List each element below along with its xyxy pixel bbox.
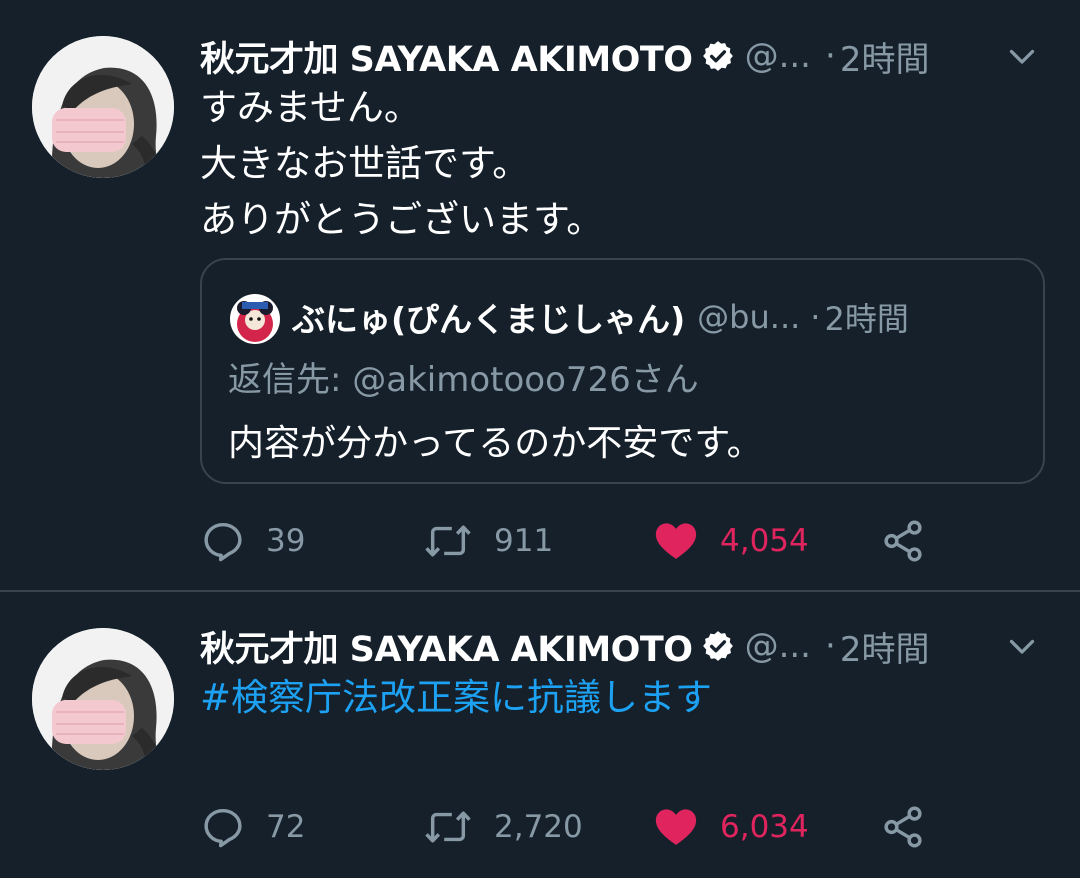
tweet-text-line: すみません。 (200, 86, 421, 129)
share-button[interactable] (880, 802, 926, 852)
like-count: 6,034 (720, 809, 809, 845)
avatar[interactable] (32, 628, 174, 770)
quoted-author-handle[interactable]: @bu... (697, 298, 800, 336)
author-handle[interactable]: @... (745, 36, 811, 76)
like-count: 4,054 (720, 523, 809, 559)
retweet-count: 2,720 (494, 809, 583, 845)
reply-button[interactable]: 72 (200, 802, 305, 852)
chevron-down-icon[interactable] (1004, 628, 1040, 664)
author-name[interactable]: 秋元才加 SAYAKA AKIMOTO (200, 621, 693, 672)
tweet[interactable]: 秋元才加 SAYAKA AKIMOTO @... · 2時間 すみません。 大き… (0, 0, 1080, 592)
verified-icon (702, 631, 733, 661)
retweet-count: 911 (494, 523, 554, 559)
chevron-down-icon[interactable] (1004, 38, 1040, 74)
tweet-text-line: ありがとうございます。 (200, 198, 604, 241)
retweet-icon (425, 525, 471, 557)
avatar[interactable] (32, 36, 174, 178)
like-button[interactable]: 6,034 (652, 802, 809, 852)
tweet-header: 秋元才加 SAYAKA AKIMOTO @... · 2時間 (200, 32, 1040, 81)
share-icon (884, 806, 922, 848)
author-name[interactable]: 秋元才加 SAYAKA AKIMOTO (200, 31, 693, 82)
tweet-header: 秋元才加 SAYAKA AKIMOTO @... · 2時間 (200, 622, 1040, 671)
quoted-avatar[interactable] (230, 294, 280, 344)
retweet-button[interactable]: 911 (422, 516, 553, 566)
heart-icon (655, 809, 697, 845)
quoted-timestamp[interactable]: 2時間 (824, 294, 908, 340)
reply-count: 72 (266, 809, 306, 845)
reply-button[interactable]: 39 (200, 516, 305, 566)
retweet-button[interactable]: 2,720 (422, 802, 583, 852)
separator-dot: · (825, 626, 836, 666)
quoted-text: 内容が分かってるのか不安です。 (228, 423, 763, 464)
reply-to-label: 返信先: @akimotooo726さん (228, 360, 699, 400)
quoted-header: ぶにゅ(ぴんくまじしゃん) @bu... · 2時間 (292, 292, 909, 342)
hashtag-link[interactable]: #検察庁法改正案に抗議します (200, 670, 712, 726)
action-bar: 72 2,720 6,034 (200, 802, 960, 852)
tweet-text: すみません。 大きなお世話です。 ありがとうございます。 (200, 80, 603, 248)
reply-icon (204, 808, 242, 848)
timestamp[interactable]: 2時間 (840, 32, 930, 81)
tweet-text-line: 大きなお世話です。 (200, 142, 530, 185)
share-icon (884, 520, 922, 562)
tweet-text: #検察庁法改正案に抗議します (200, 670, 712, 726)
quoted-tweet[interactable]: ぶにゅ(ぴんくまじしゃん) @bu... · 2時間 返信先: @akimoto… (200, 258, 1045, 484)
like-button[interactable]: 4,054 (652, 516, 809, 566)
separator-dot: · (810, 298, 821, 336)
share-button[interactable] (880, 516, 926, 566)
separator-dot: · (825, 36, 836, 76)
reply-count: 39 (266, 523, 306, 559)
heart-icon (655, 523, 697, 559)
timestamp[interactable]: 2時間 (840, 622, 930, 671)
retweet-icon (425, 811, 471, 843)
reply-icon (204, 522, 242, 562)
action-bar: 39 911 4,054 (200, 516, 960, 566)
verified-icon (702, 41, 733, 71)
quoted-author-name[interactable]: ぶにゅ(ぴんくまじしゃん) (292, 293, 685, 341)
author-handle[interactable]: @... (745, 626, 811, 666)
tweet[interactable]: 秋元才加 SAYAKA AKIMOTO @... · 2時間 #検察庁法改正案に… (0, 592, 1080, 878)
